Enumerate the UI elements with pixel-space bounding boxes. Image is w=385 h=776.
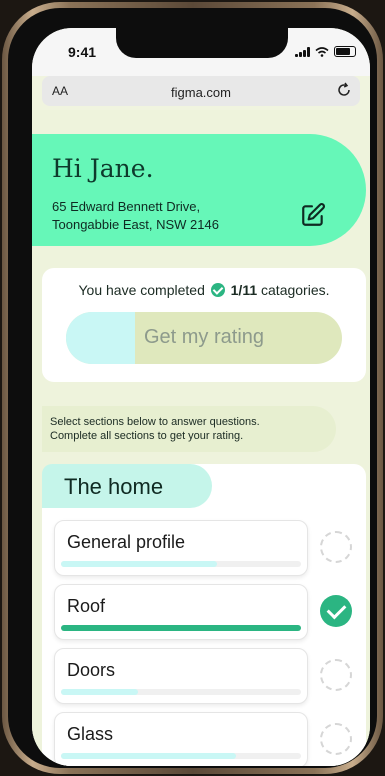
section-title: The home [64,474,164,499]
browser-address-bar[interactable]: AA figma.com [42,76,360,106]
get-rating-button[interactable]: Get my rating [66,312,342,364]
signal-icon [295,46,310,57]
battery-icon [334,46,356,57]
check-circle-icon [210,283,225,297]
get-rating-label: Get my rating [143,326,265,348]
progress-summary: You have completed 1/11 catagories. [42,282,366,298]
section-item-doors[interactable]: Doors [54,648,308,704]
item-progress-fill [61,625,301,631]
notch [116,28,288,58]
item-progress-track [61,561,301,567]
section-header-tab: The home [42,464,212,508]
phone-screen: 9:41 AA figma.com Hi Jane. 65 Edward Ben… [32,28,370,766]
status-time: 9:41 [68,44,97,60]
item-progress-track [61,625,301,631]
section-item-general-profile[interactable]: General profile [54,520,308,576]
item-label: Glass [67,724,114,744]
section-card: The home General profile Roof Doors Glas… [42,464,366,766]
item-progress-fill [61,753,237,759]
incomplete-status-icon [320,659,352,691]
phone-frame: 9:41 AA figma.com Hi Jane. 65 Edward Ben… [2,2,383,774]
progress-prefix: You have completed [78,282,205,298]
greeting-banner: Hi Jane. 65 Edward Bennett Drive, Toonga… [32,134,366,246]
status-icons [295,46,356,57]
url-text: figma.com [171,85,231,100]
item-progress-fill [61,689,138,695]
section-item-glass[interactable]: Glass [54,712,308,766]
phone-bezel: 9:41 AA figma.com Hi Jane. 65 Edward Ben… [8,8,377,768]
progress-suffix: catagories. [261,282,330,298]
greeting-title: Hi Jane. [52,154,154,183]
item-progress-track [61,689,301,695]
address-line-1: 65 Edward Bennett Drive, [52,199,201,214]
edit-icon[interactable] [300,202,326,228]
item-label: Roof [67,596,106,616]
progress-card: You have completed 1/11 catagories. Get … [42,268,366,382]
reload-icon[interactable] [336,82,352,98]
incomplete-status-icon [320,531,352,563]
address-text: 65 Edward Bennett Drive, Toongabbie East… [52,198,219,234]
page-content: Hi Jane. 65 Edward Bennett Drive, Toonga… [32,110,370,766]
instructions-line-1: Select sections below to answer question… [50,416,260,428]
status-bar: 9:41 [32,28,370,76]
incomplete-status-icon [320,723,352,755]
complete-check-icon [320,595,352,627]
item-label: Doors [67,660,116,680]
address-line-2: Toongabbie East, NSW 2146 [52,217,219,232]
progress-count: 1/11 [230,282,258,298]
section-item-roof[interactable]: Roof [54,584,308,640]
instructions-banner: Select sections below to answer question… [42,406,336,452]
item-progress-track [61,753,301,759]
item-progress-fill [61,561,217,567]
item-label: General profile [67,532,186,552]
instructions-line-2: Complete all sections to get your rating… [50,430,244,442]
wifi-icon [315,46,329,57]
